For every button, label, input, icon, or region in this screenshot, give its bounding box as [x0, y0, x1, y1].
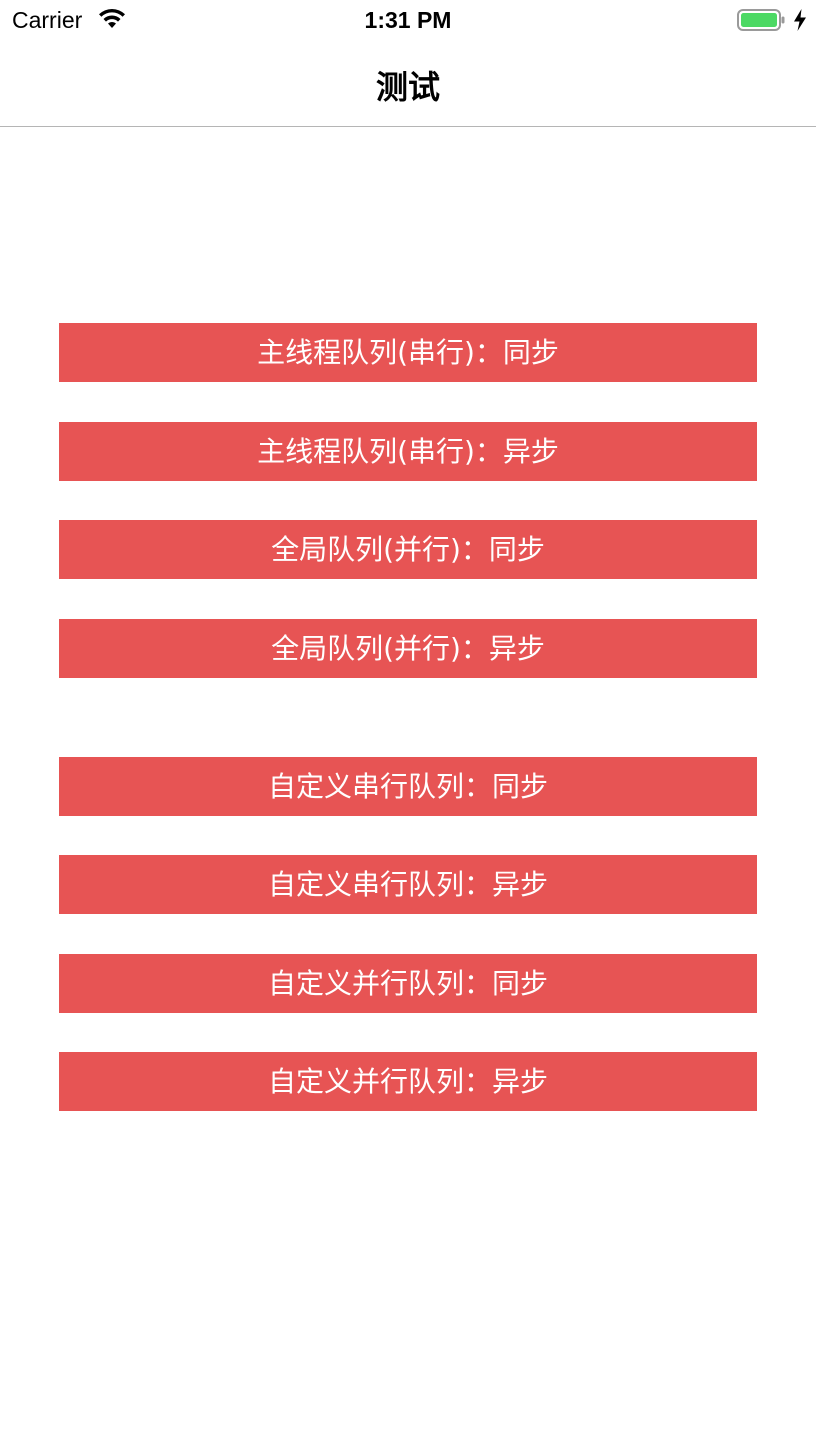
main-queue-sync-button[interactable]: 主线程队列(串行)：同步	[59, 323, 757, 382]
global-queue-async-button[interactable]: 全局队列(并行)：异步	[59, 619, 757, 678]
battery-icon	[737, 9, 785, 31]
custom-concurrent-queue-async-button[interactable]: 自定义并行队列：异步	[59, 1052, 757, 1111]
navigation-bar: 测试	[0, 40, 816, 127]
custom-concurrent-queue-sync-button[interactable]: 自定义并行队列：同步	[59, 954, 757, 1013]
main-queue-async-button[interactable]: 主线程队列(串行)：异步	[59, 422, 757, 481]
status-time: 1:31 PM	[364, 7, 452, 33]
custom-serial-queue-sync-button[interactable]: 自定义串行队列：同步	[59, 757, 757, 816]
screen: Carrier 1:31 PM 测试 主线程队列(串行)：同步 主线程队列(串行…	[0, 0, 816, 1450]
charging-bolt-icon	[793, 9, 807, 31]
global-queue-sync-button[interactable]: 全局队列(并行)：同步	[59, 520, 757, 579]
status-bar: Carrier 1:31 PM	[0, 0, 816, 40]
nav-title: 测试	[375, 68, 440, 106]
custom-serial-queue-async-button[interactable]: 自定义串行队列：异步	[59, 855, 757, 914]
